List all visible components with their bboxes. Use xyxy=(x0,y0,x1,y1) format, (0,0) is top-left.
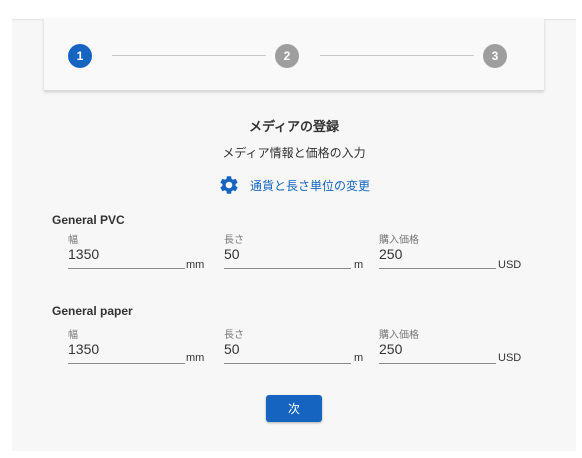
width-label: 幅 xyxy=(68,235,78,246)
length-unit: m xyxy=(354,352,364,364)
width-input[interactable]: 1350 xyxy=(68,338,185,364)
price-label: 購入価格 xyxy=(379,235,419,246)
step-connector-1 xyxy=(112,55,266,56)
next-button[interactable]: 次 xyxy=(266,395,322,422)
media-registration-panel: 1 2 3 メディアの登録 メディア情報と価格の入力 通貨と長さ単位の変更 Ge… xyxy=(12,19,576,451)
price-unit: USD xyxy=(498,259,522,271)
price-field-paper[interactable]: 購入価格 250 xyxy=(379,326,496,364)
price-input[interactable]: 250 xyxy=(379,243,496,269)
width-input[interactable]: 1350 xyxy=(68,243,185,269)
gear-icon xyxy=(220,176,238,194)
group-label-general-paper: General paper xyxy=(52,304,133,318)
width-field-pvc[interactable]: 幅 1350 xyxy=(68,231,185,269)
change-units-label: 通貨と長さ単位の変更 xyxy=(250,178,371,193)
change-units-link[interactable]: 通貨と長さ単位の変更 xyxy=(218,174,370,196)
page-title: メディアの登録 xyxy=(248,120,340,135)
stepper: 1 2 3 xyxy=(44,19,544,91)
length-input[interactable]: 50 xyxy=(224,243,351,269)
width-field-paper[interactable]: 幅 1350 xyxy=(68,326,185,364)
length-field-pvc[interactable]: 長さ 50 xyxy=(224,231,351,269)
step-2[interactable]: 2 xyxy=(275,44,299,68)
price-label: 購入価格 xyxy=(379,330,419,341)
step-connector-2 xyxy=(320,55,474,56)
page-subtitle: メディア情報と価格の入力 xyxy=(222,146,366,160)
length-field-paper[interactable]: 長さ 50 xyxy=(224,326,351,364)
step-1[interactable]: 1 xyxy=(68,44,92,68)
price-unit: USD xyxy=(498,352,522,364)
price-input[interactable]: 250 xyxy=(379,338,496,364)
width-unit: mm xyxy=(186,352,205,364)
group-label-general-pvc: General PVC xyxy=(52,213,125,227)
length-label: 長さ xyxy=(224,235,244,246)
width-unit: mm xyxy=(186,259,205,271)
length-label: 長さ xyxy=(224,330,244,341)
length-unit: m xyxy=(354,259,364,271)
step-3[interactable]: 3 xyxy=(483,44,507,68)
price-field-pvc[interactable]: 購入価格 250 xyxy=(379,231,496,269)
width-label: 幅 xyxy=(68,330,78,341)
length-input[interactable]: 50 xyxy=(224,338,351,364)
